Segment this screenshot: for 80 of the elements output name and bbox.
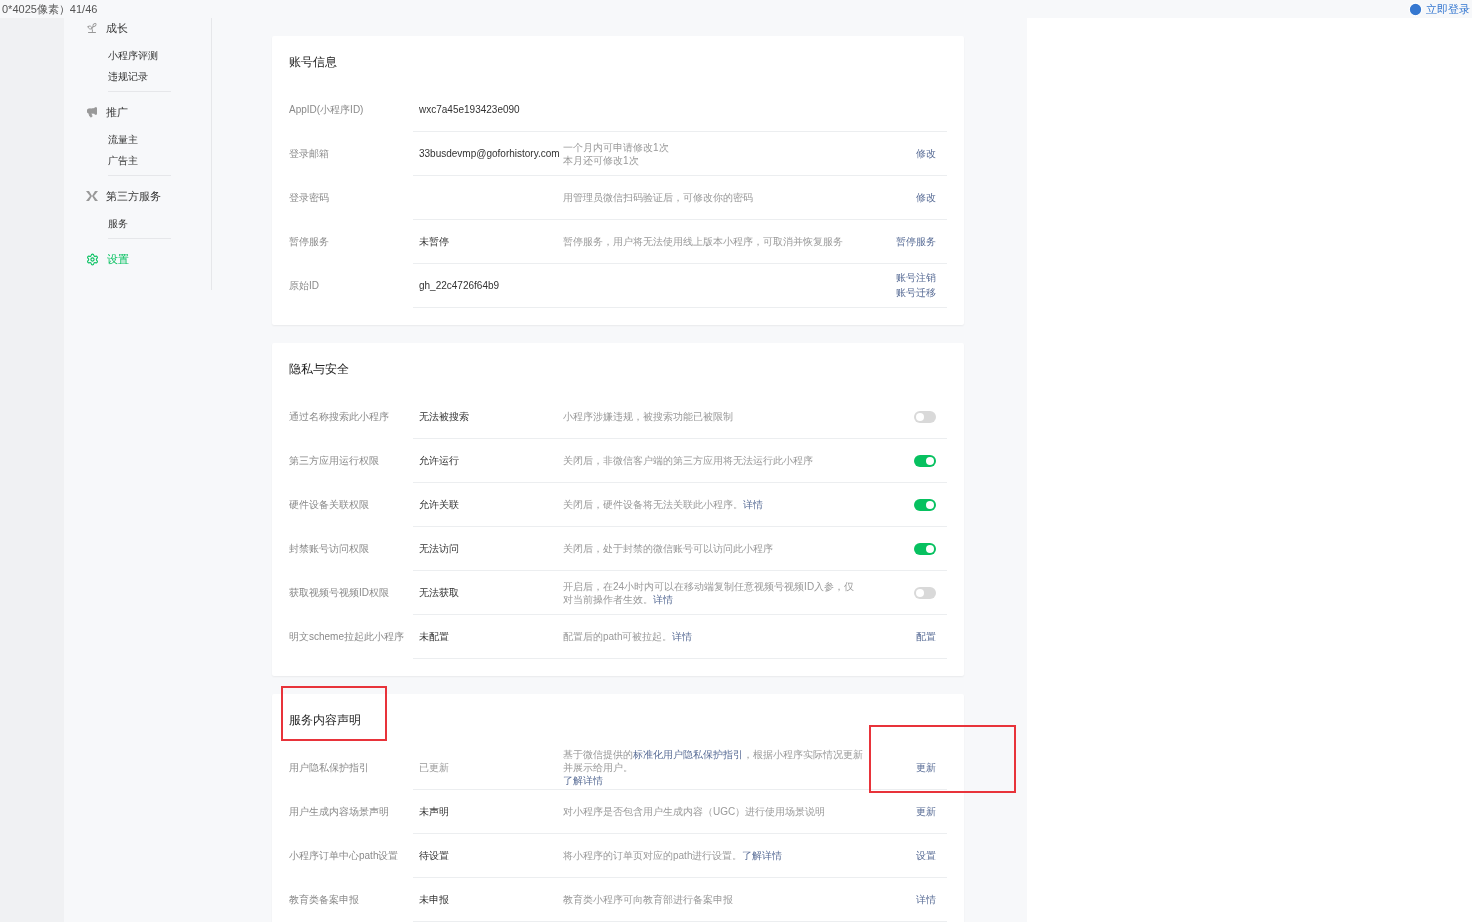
sidebar-group-title[interactable]: 成长: [106, 20, 128, 36]
row-description: 配置后的path可被拉起。详情: [563, 630, 694, 643]
detail-link[interactable]: 详情: [653, 593, 673, 605]
row-description: 本月还可修改1次: [563, 153, 640, 167]
row-label: 用户隐私保护指引: [289, 761, 370, 775]
sprout-icon: [86, 22, 98, 34]
row-description: 关闭后，硬件设备将无法关联此小程序。详情: [563, 498, 764, 511]
row-label: 获取视频号视频ID权限: [289, 586, 390, 600]
action-link[interactable]: 更新: [916, 804, 936, 819]
row-label: 暂停服务: [289, 235, 330, 249]
row-label: 通过名称搜索此小程序: [289, 410, 390, 424]
row-label: 登录邮箱: [289, 147, 330, 161]
row-value: 未暂停: [419, 234, 450, 249]
sidebar-item[interactable]: 服务: [108, 213, 211, 234]
row-description: 关闭后，非微信客户端的第三方应用将无法运行此小程序: [563, 454, 814, 467]
toggle-switch[interactable]: [914, 586, 936, 599]
row-value: 33busdevmp@goforhistory.com: [419, 148, 561, 159]
toggle-switch[interactable]: [914, 498, 936, 511]
row-label: AppID(小程序ID): [289, 103, 365, 117]
row-label: 原始ID: [289, 279, 320, 293]
row-label: 封禁账号访问权限: [289, 542, 370, 556]
action-link[interactable]: 详情: [916, 892, 936, 907]
row-description: 小程序涉嫌违规，被搜索功能已被限制: [563, 410, 734, 423]
page-caption: 0*4025像素）41/46: [2, 1, 98, 17]
row-description: 开启后，在24小时内可以在移动端复制任意视频号视频ID入参，仅对当前操作者生效。详情: [563, 579, 856, 606]
row-description: 对小程序是否包含用户生成内容（UGC）进行使用场景说明: [563, 805, 827, 818]
row-value: wxc7a45e193423e090: [419, 104, 521, 115]
row-description: 用管理员微信扫码验证后，可修改你的密码: [563, 191, 754, 204]
row-label: 明文scheme拉起此小程序: [289, 630, 405, 644]
toggle-switch[interactable]: [914, 542, 936, 555]
section-title: 账号信息: [289, 53, 337, 71]
row-description: 教育类小程序可向教育部进行备案申报: [563, 893, 734, 906]
sidebar-item[interactable]: 违规记录: [108, 66, 211, 87]
action-link[interactable]: 账号注销: [896, 271, 936, 285]
action-link[interactable]: 账号迁移: [896, 286, 936, 300]
action-link[interactable]: 更新: [916, 760, 936, 775]
row-label: 登录密码: [289, 191, 330, 205]
row-description: 将小程序的订单页对应的path进行设置。了解详情: [563, 849, 784, 862]
row-value: 无法获取: [419, 585, 460, 600]
toggle-switch[interactable]: [914, 454, 936, 467]
action-link[interactable]: 设置: [916, 848, 936, 863]
row-value: 未申报: [419, 892, 450, 907]
row-value: 允许运行: [419, 453, 460, 468]
row-label: 小程序订单中心path设置: [289, 849, 400, 863]
detail-link[interactable]: 了解详情: [742, 850, 783, 861]
row-value: 未声明: [419, 804, 450, 819]
sidebar-item[interactable]: 小程序评测: [108, 45, 211, 66]
row-value: 无法被搜索: [419, 409, 470, 424]
row-value: 待设置: [419, 848, 450, 863]
row-description: 暂停服务，用户将无法使用线上版本小程序，可取消并恢复服务: [563, 235, 844, 248]
section-title: 服务内容声明: [289, 711, 361, 729]
row-value: 无法访问: [419, 541, 460, 556]
sidebar-group-title[interactable]: 第三方服务: [106, 188, 161, 204]
settings-icon: [86, 252, 99, 266]
row-label: 用户生成内容场景声明: [289, 805, 390, 819]
row-label: 第三方应用运行权限: [289, 454, 380, 468]
row-value: 已更新: [419, 760, 450, 775]
row-value: 允许关联: [419, 497, 460, 512]
action-link[interactable]: 修改: [916, 190, 936, 205]
action-link[interactable]: 修改: [916, 146, 936, 161]
row-value: 未配置: [419, 629, 450, 644]
sidebar-group-title[interactable]: 推广: [106, 104, 128, 120]
row-label: 教育类备案申报: [289, 893, 360, 907]
detail-link[interactable]: 了解详情: [563, 775, 603, 786]
row-description: 基于微信提供的标准化用户隐私保护指引，根据小程序实际情况更新并展示给用户。: [563, 748, 863, 774]
double-x-icon: [86, 191, 98, 201]
section-title: 隐私与安全: [289, 360, 349, 378]
sidebar-item[interactable]: 流量主: [108, 129, 211, 150]
detail-link[interactable]: 详情: [672, 631, 693, 642]
row-label: 硬件设备关联权限: [289, 498, 370, 512]
detail-link[interactable]: 标准化用户隐私保护指引: [633, 749, 743, 760]
action-link[interactable]: 暂停服务: [896, 234, 936, 249]
action-link[interactable]: 配置: [916, 629, 936, 644]
row-value: gh_22c4726f64b9: [419, 280, 501, 291]
toggle-switch[interactable]: [914, 410, 936, 423]
login-link[interactable]: 立即登录: [1408, 1, 1472, 17]
row-description: 关闭后，处于封禁的微信账号可以访问此小程序: [563, 542, 774, 555]
detail-link[interactable]: 详情: [743, 499, 763, 510]
sidebar-item[interactable]: 广告主: [108, 150, 211, 171]
megaphone-icon: [86, 106, 98, 118]
